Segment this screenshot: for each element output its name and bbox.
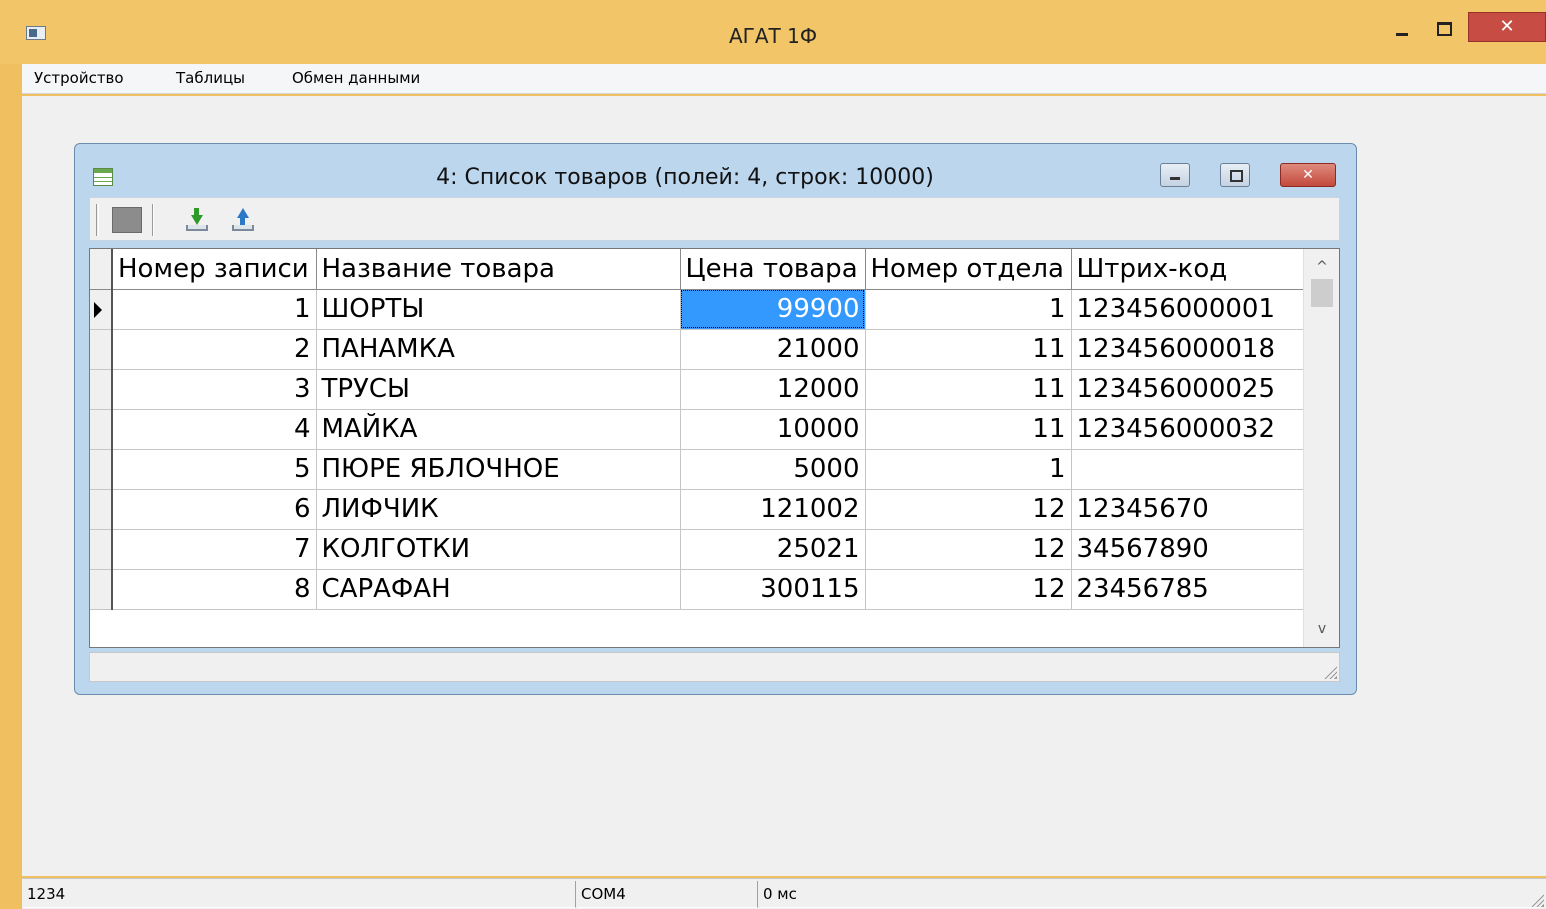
- product-name-cell[interactable]: ШОРТЫ: [316, 289, 681, 330]
- row-indicator[interactable]: [90, 529, 113, 570]
- column-header[interactable]: Штрих-код: [1071, 249, 1305, 290]
- department-cell[interactable]: 12: [865, 489, 1072, 530]
- status-panel-port: COM4: [578, 881, 758, 908]
- price-cell[interactable]: 21000: [680, 329, 866, 370]
- barcode-cell[interactable]: 123456000001: [1071, 289, 1305, 330]
- department-cell[interactable]: 11: [865, 369, 1072, 410]
- close-icon: ✕: [1302, 167, 1314, 183]
- record-number-cell[interactable]: 1: [112, 289, 317, 330]
- price-cell[interactable]: 300115: [680, 569, 866, 610]
- title-bar[interactable]: АГАТ 1Ф ✕: [0, 0, 1546, 64]
- product-list-window: 4: Список товаров (полей: 4, строк: 1000…: [74, 143, 1357, 695]
- price-cell[interactable]: 10000: [680, 409, 866, 450]
- row-indicator[interactable]: [90, 409, 113, 450]
- department-cell[interactable]: 1: [865, 289, 1072, 330]
- main-window: АГАТ 1Ф ✕ Устройство Таблицы Обмен данны…: [0, 0, 1546, 909]
- stop-button[interactable]: [112, 207, 142, 233]
- scroll-thumb[interactable]: [1311, 279, 1333, 307]
- row-indicator[interactable]: [90, 449, 113, 490]
- record-number-cell[interactable]: 7: [112, 529, 317, 570]
- barcode-cell[interactable]: 12345670: [1071, 489, 1305, 530]
- menu-device[interactable]: Устройство: [34, 69, 124, 87]
- table-row[interactable]: 6 ЛИФЧИК 121002 12 12345670: [90, 489, 1305, 530]
- toolbar-grip: [96, 204, 99, 236]
- department-cell[interactable]: 1: [865, 449, 1072, 490]
- child-restore-button[interactable]: [1220, 163, 1250, 187]
- price-cell[interactable]: 121002: [680, 489, 866, 530]
- toolbar-separator: [152, 204, 154, 236]
- record-number-cell[interactable]: 2: [112, 329, 317, 370]
- product-name-cell[interactable]: МАЙКА: [316, 409, 681, 450]
- table-row[interactable]: 2 ПАНАМКА 21000 11 123456000018: [90, 329, 1305, 370]
- price-cell[interactable]: 12000: [680, 369, 866, 410]
- vertical-scrollbar[interactable]: ^ v: [1303, 249, 1339, 647]
- price-cell[interactable]: 5000: [680, 449, 866, 490]
- barcode-cell[interactable]: 123456000032: [1071, 409, 1305, 450]
- table-row[interactable]: 1 ШОРТЫ 99900 1 123456000001: [90, 289, 1305, 330]
- window-title: АГАТ 1Ф: [728, 24, 818, 48]
- chevron-down-icon[interactable]: v: [1304, 611, 1339, 647]
- record-number-cell[interactable]: 4: [112, 409, 317, 450]
- table-icon: [93, 168, 113, 186]
- department-cell[interactable]: 12: [865, 569, 1072, 610]
- upload-icon[interactable]: [230, 207, 256, 233]
- close-icon: ✕: [1499, 16, 1515, 37]
- record-number-cell[interactable]: 5: [112, 449, 317, 490]
- department-cell[interactable]: 11: [865, 409, 1072, 450]
- grid-status-bar: [89, 652, 1340, 682]
- barcode-cell[interactable]: 123456000025: [1071, 369, 1305, 410]
- column-header[interactable]: Номер отдела: [865, 249, 1072, 290]
- resize-grip-icon[interactable]: [1530, 893, 1544, 907]
- menu-data-exchange[interactable]: Обмен данными: [292, 69, 420, 87]
- department-cell[interactable]: 12: [865, 529, 1072, 570]
- maximize-button[interactable]: [1426, 14, 1460, 44]
- barcode-cell[interactable]: [1071, 449, 1305, 490]
- product-name-cell[interactable]: ПЮРЕ ЯБЛОЧНОЕ: [316, 449, 681, 490]
- column-header[interactable]: Название товара: [316, 249, 681, 290]
- child-close-button[interactable]: ✕: [1280, 163, 1336, 187]
- minimize-button[interactable]: [1386, 14, 1420, 44]
- menu-tables[interactable]: Таблицы: [176, 69, 245, 87]
- menu-bar: Устройство Таблицы Обмен данными: [22, 64, 1546, 94]
- table-row[interactable]: 3 ТРУСЫ 12000 11 123456000025: [90, 369, 1305, 410]
- product-name-cell[interactable]: ТРУСЫ: [316, 369, 681, 410]
- row-indicator[interactable]: [90, 489, 113, 530]
- product-name-cell[interactable]: КОЛГОТКИ: [316, 529, 681, 570]
- product-name-cell[interactable]: ЛИФЧИК: [316, 489, 681, 530]
- record-number-cell[interactable]: 3: [112, 369, 317, 410]
- child-minimize-button[interactable]: [1160, 163, 1190, 187]
- status-panel-count: 1234: [24, 881, 576, 908]
- product-name-cell[interactable]: САРАФАН: [316, 569, 681, 610]
- price-cell[interactable]: 25021: [680, 529, 866, 570]
- record-number-cell[interactable]: 6: [112, 489, 317, 530]
- table-row[interactable]: 5 ПЮРЕ ЯБЛОЧНОЕ 5000 1: [90, 449, 1305, 490]
- row-indicator[interactable]: [90, 329, 113, 370]
- data-grid[interactable]: Номер записи Название товара Цена товара…: [89, 248, 1340, 648]
- barcode-cell[interactable]: 34567890: [1071, 529, 1305, 570]
- status-panel-timing: 0 мс: [760, 881, 1540, 908]
- child-window-title: 4: Список товаров (полей: 4, строк: 1000…: [436, 165, 934, 190]
- column-header[interactable]: Номер записи: [112, 249, 317, 290]
- table-row[interactable]: 8 САРАФАН 300115 12 23456785: [90, 569, 1305, 610]
- status-bar: 1234 COM4 0 мс: [22, 878, 1546, 909]
- barcode-cell[interactable]: 23456785: [1071, 569, 1305, 610]
- row-indicator[interactable]: [90, 369, 113, 410]
- close-button[interactable]: ✕: [1468, 12, 1546, 42]
- current-row-arrow-icon: [94, 301, 102, 318]
- table-row[interactable]: 4 МАЙКА 10000 11 123456000032: [90, 409, 1305, 450]
- header-row: Номер записи Название товара Цена товара…: [90, 249, 1305, 290]
- price-cell[interactable]: 99900: [680, 289, 866, 330]
- column-header[interactable]: Цена товара: [680, 249, 866, 290]
- barcode-cell[interactable]: 123456000018: [1071, 329, 1305, 370]
- row-indicator[interactable]: [90, 569, 113, 610]
- toolbar: [89, 197, 1340, 241]
- table-row[interactable]: 7 КОЛГОТКИ 25021 12 34567890: [90, 529, 1305, 570]
- department-cell[interactable]: 11: [865, 329, 1072, 370]
- record-number-cell[interactable]: 8: [112, 569, 317, 610]
- header-indicator: [90, 249, 113, 290]
- download-icon[interactable]: [184, 207, 210, 233]
- resize-grip-icon[interactable]: [1323, 665, 1337, 679]
- row-indicator[interactable]: [90, 289, 113, 330]
- product-name-cell[interactable]: ПАНАМКА: [316, 329, 681, 370]
